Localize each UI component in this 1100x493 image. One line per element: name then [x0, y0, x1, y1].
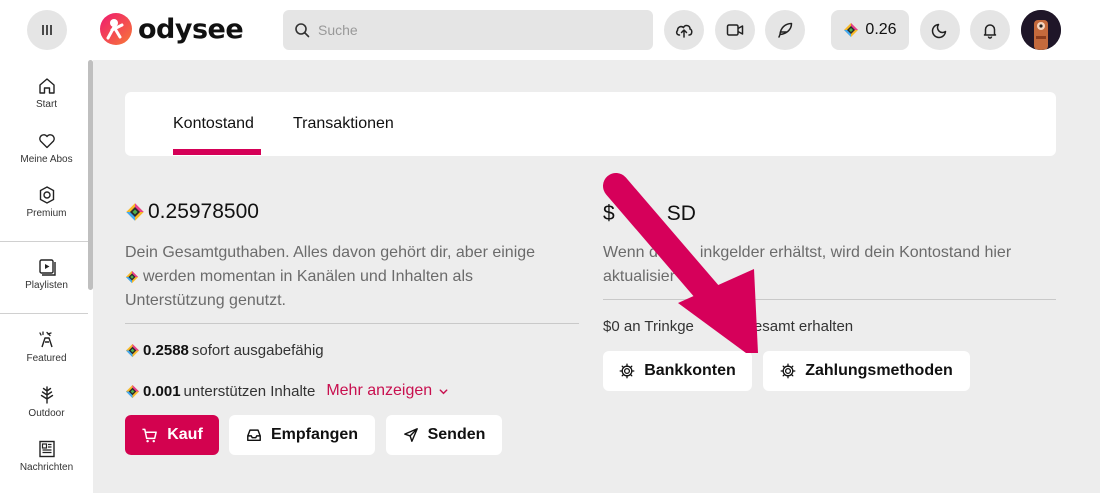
- sidebar-divider: [0, 241, 88, 242]
- sidebar-item-label: Outdoor: [28, 408, 65, 419]
- lbc-credits-icon: [125, 270, 139, 284]
- total-balance: 0.25978500: [125, 200, 259, 224]
- inbox-icon: [247, 429, 261, 442]
- usd-description-text: inkgelder erhältst, wird dein Kontostand…: [699, 244, 1012, 261]
- search-icon: [295, 23, 310, 38]
- wallet-tabs-card: Kontostand Transaktionen: [125, 92, 1056, 156]
- moon-icon: [931, 23, 947, 39]
- send-button[interactable]: Senden: [386, 415, 502, 455]
- gear-icon: [619, 363, 635, 379]
- cart-icon: [142, 428, 158, 442]
- sidebar-item-label: Start: [35, 99, 58, 110]
- usd-description-text: Wenn d: [603, 244, 658, 261]
- video-camera-icon: [726, 24, 744, 36]
- lbc-credits-icon: [844, 23, 859, 37]
- premium-icon: [39, 186, 54, 204]
- sidebar-item-start[interactable]: Start: [0, 76, 93, 110]
- show-more-label: Mehr anzeigen: [326, 382, 433, 399]
- active-tab-indicator: [173, 149, 261, 155]
- chevron-down-icon: [439, 388, 448, 394]
- sidebar-item-playlisten[interactable]: Playlisten: [0, 257, 93, 291]
- usd-description-text: aktualisier: [603, 268, 676, 285]
- usd-balance-suffix: SD: [666, 202, 696, 225]
- total-balance-value: 0.25978500: [148, 200, 259, 223]
- notifications-button[interactable]: [970, 10, 1010, 50]
- payment-methods-button[interactable]: Zahlungsmethoden: [763, 351, 970, 391]
- receive-label: Empfangen: [270, 426, 359, 443]
- sidebar-item-nachrichten[interactable]: Nachrichten: [0, 439, 93, 473]
- lbc-credits-icon: [126, 203, 144, 221]
- sidebar-item-featured[interactable]: Featured: [0, 330, 93, 364]
- top-header: odysee 0.26: [0, 0, 1100, 60]
- avatar-image: [1021, 10, 1061, 50]
- sidebar-item-label: Nachrichten: [19, 462, 74, 473]
- supports-amount: 0.001: [143, 382, 181, 400]
- balance-description-line: werden momentan in Kanälen und Inhalten …: [143, 268, 473, 285]
- playlist-icon: [38, 259, 56, 276]
- bank-accounts-button[interactable]: Bankkonten: [603, 351, 752, 391]
- sidebar: Start Meine Abos Premium Playlisten Feat…: [0, 60, 93, 493]
- tips-total-text: esamt erhalten: [753, 318, 854, 335]
- sidebar-item-meine-abos[interactable]: Meine Abos: [0, 131, 93, 165]
- tab-transactions[interactable]: Transaktionen: [293, 92, 394, 156]
- heart-icon: [38, 134, 55, 149]
- tips-total-text: $0 an Trinkge: [603, 318, 694, 335]
- send-label: Senden: [427, 426, 486, 443]
- wallet-balance-button[interactable]: 0.26: [831, 10, 909, 50]
- spendable-label: sofort ausgabefähig: [191, 342, 324, 359]
- bell-icon: [983, 24, 997, 39]
- lbc-credits-icon: [125, 343, 140, 358]
- user-avatar[interactable]: [1021, 10, 1061, 50]
- receive-button[interactable]: Empfangen: [229, 415, 375, 455]
- sidebar-item-label: Playlisten: [25, 280, 68, 291]
- menu-icon: [42, 25, 52, 35]
- sidebar-item-label: Meine Abos: [20, 154, 73, 165]
- lbc-credits-icon: [125, 384, 140, 398]
- go-live-button[interactable]: [715, 10, 755, 50]
- tree-icon: [40, 386, 53, 404]
- supports-balance-row: 0.001 unterstützen Inhalte Mehr anzeigen: [125, 382, 449, 400]
- post-button[interactable]: [765, 10, 805, 50]
- sidebar-item-label: Featured: [26, 353, 67, 364]
- usd-description: Wenn d inkgelder erhältst, wird dein Kont…: [603, 241, 1058, 289]
- menu-button[interactable]: [27, 10, 67, 50]
- balance-description: Dein Gesamtguthaben. Alles davon gehört …: [125, 241, 580, 313]
- spendable-amount: 0.2588: [143, 342, 189, 359]
- tab-balance[interactable]: Kontostand: [173, 92, 254, 156]
- balance-description-line: Dein Gesamtguthaben. Alles davon gehört …: [125, 244, 536, 261]
- bank-accounts-label: Bankkonten: [644, 362, 736, 379]
- spendable-balance-row: 0.2588 sofort ausgabefähig: [125, 342, 324, 359]
- supports-label: unterstützen Inhalte: [183, 382, 316, 400]
- sidebar-item-outdoor[interactable]: Outdoor: [0, 385, 93, 419]
- tips-total: $0 an Trinkge esamt erhalten: [603, 318, 853, 335]
- gear-icon: [780, 363, 796, 379]
- section-divider: [603, 299, 1056, 300]
- logo-text: odysee: [138, 13, 244, 45]
- upload-cloud-icon: [675, 24, 693, 38]
- balance-description-line: Unterstützung genutzt.: [125, 292, 286, 309]
- featured-icon: [38, 331, 53, 348]
- section-divider: [125, 323, 579, 324]
- sidebar-divider: [0, 313, 88, 314]
- home-icon: [38, 78, 55, 94]
- odysee-logo[interactable]: odysee: [98, 11, 244, 47]
- search-input[interactable]: [318, 22, 638, 38]
- payment-methods-label: Zahlungsmethoden: [805, 362, 953, 379]
- news-icon: [38, 440, 55, 458]
- sidebar-item-premium[interactable]: Premium: [0, 185, 93, 219]
- send-icon: [403, 428, 418, 442]
- show-more-link[interactable]: Mehr anzeigen: [326, 382, 449, 400]
- search-bar[interactable]: [283, 10, 653, 50]
- upload-button[interactable]: [664, 10, 704, 50]
- theme-toggle-button[interactable]: [920, 10, 960, 50]
- wallet-balance-value: 0.26: [865, 21, 897, 38]
- sidebar-item-label: Premium: [26, 208, 67, 219]
- usd-balance: $ SD: [603, 202, 696, 226]
- feather-icon: [778, 22, 793, 38]
- odysee-logo-icon: [100, 13, 132, 45]
- buy-button[interactable]: Kauf: [125, 415, 219, 455]
- usd-balance-prefix: $: [603, 202, 615, 225]
- buy-label: Kauf: [167, 426, 203, 443]
